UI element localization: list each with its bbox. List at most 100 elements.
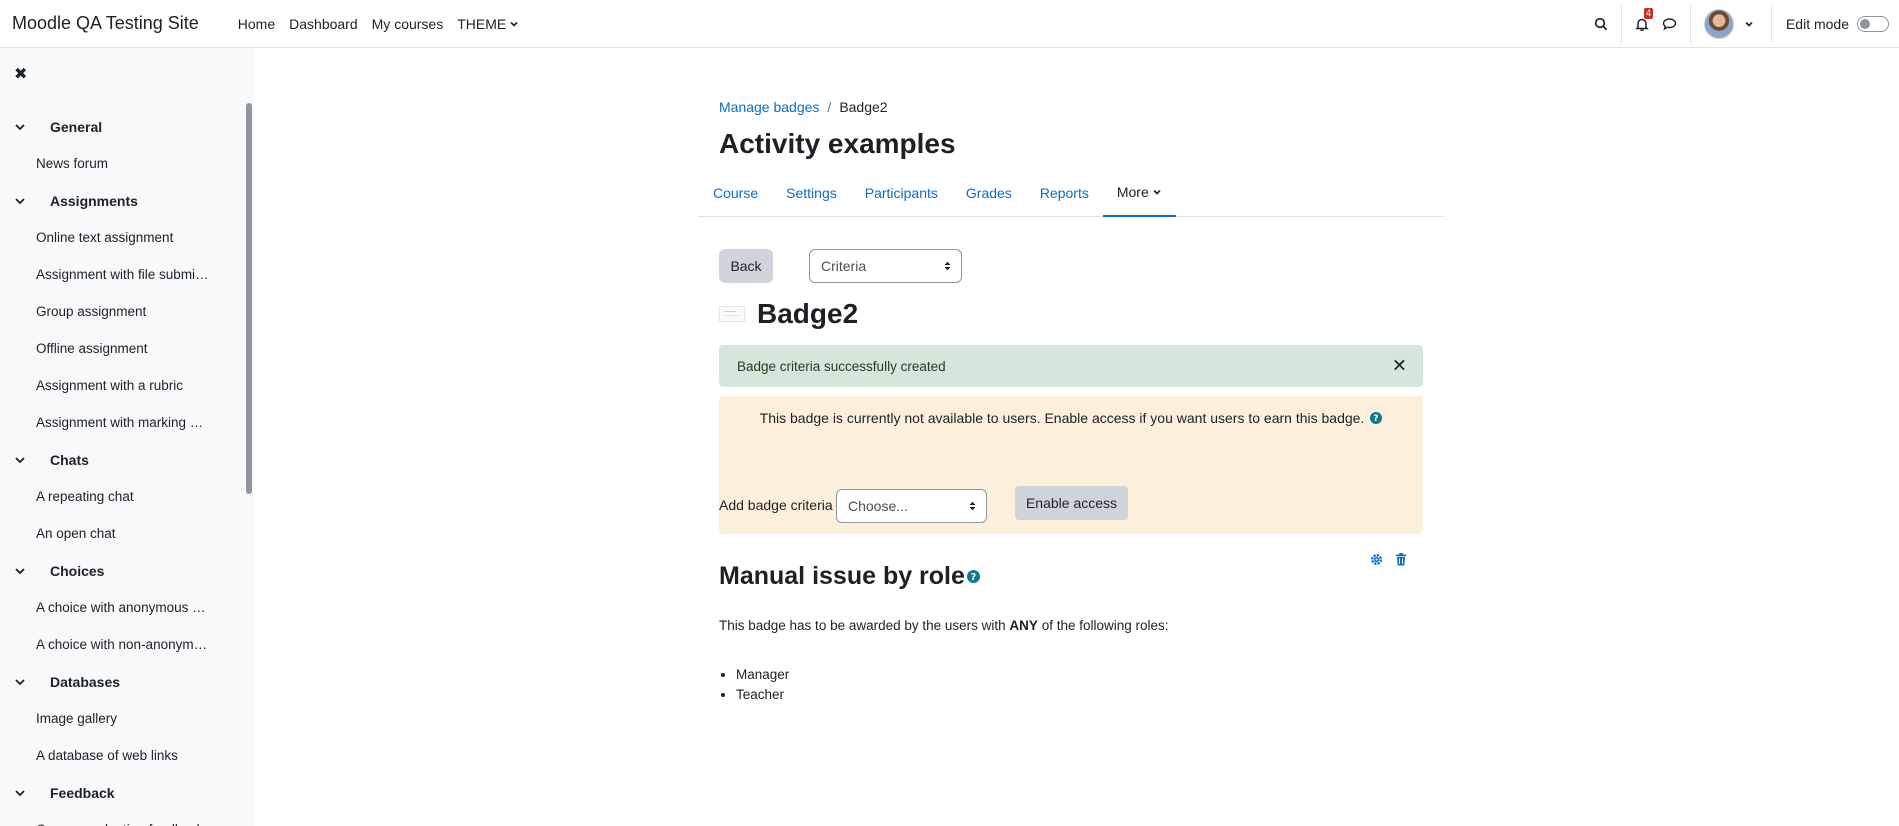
badge-image bbox=[719, 306, 745, 322]
sidebar-section-label: Choices bbox=[50, 562, 105, 579]
badge-heading: Badge2 bbox=[719, 298, 858, 330]
site-name-link[interactable]: Moodle QA Testing Site bbox=[12, 13, 199, 34]
notifications-button[interactable]: 4 bbox=[1628, 0, 1656, 48]
edit-criterion-button[interactable] bbox=[1370, 553, 1383, 570]
course-index: General News forum Assignments Online text … bbox=[0, 108, 240, 826]
edit-mode-toggle[interactable] bbox=[1857, 16, 1889, 32]
sidebar-item[interactable]: Image gallery bbox=[0, 700, 240, 737]
drawer-scrollbar[interactable] bbox=[246, 103, 252, 494]
top-navbar: Moodle QA Testing Site Home Dashboard My… bbox=[0, 0, 1899, 48]
sidebar-item[interactable]: Assignment with a rubric bbox=[0, 367, 240, 404]
search-button[interactable] bbox=[1587, 0, 1615, 48]
criterion-description-bold: ANY bbox=[1009, 618, 1038, 633]
badge-name: Badge2 bbox=[757, 298, 859, 329]
criterion-description-after: of the following roles: bbox=[1037, 618, 1169, 633]
nav-my-courses[interactable]: My courses bbox=[365, 16, 451, 32]
close-drawer-button[interactable]: ✖ bbox=[14, 64, 27, 84]
sidebar-item[interactable]: Assignment with marking … bbox=[0, 404, 240, 441]
edit-mode-label: Edit mode bbox=[1785, 16, 1849, 32]
list-item: Manager bbox=[736, 665, 789, 685]
tab-course[interactable]: Course bbox=[699, 169, 772, 217]
sidebar-item[interactable]: Course evaluation feedback bbox=[0, 811, 240, 826]
trash-icon bbox=[1396, 553, 1406, 566]
success-alert: Badge criteria successfully created ✕ bbox=[719, 345, 1423, 387]
bell-icon bbox=[1635, 18, 1649, 31]
sidebar-item[interactable]: A database of web links bbox=[0, 737, 240, 774]
sidebar-section-feedback[interactable]: Feedback bbox=[0, 774, 240, 811]
chevron-down-icon[interactable] bbox=[14, 121, 36, 133]
access-warning-message: This badge is currently not available to… bbox=[759, 410, 1365, 426]
nav-dashboard[interactable]: Dashboard bbox=[282, 16, 365, 32]
tab-more[interactable]: More bbox=[1102, 169, 1176, 217]
sidebar-item[interactable]: Group assignment bbox=[0, 293, 240, 330]
breadcrumb-manage-badges[interactable]: Manage badges bbox=[719, 99, 819, 115]
sidebar-item[interactable]: News forum bbox=[0, 145, 240, 182]
badge-navigation-select-value: Criteria bbox=[821, 258, 867, 274]
sidebar-item[interactable]: A repeating chat bbox=[0, 478, 240, 515]
sidebar-section-general[interactable]: General bbox=[0, 108, 240, 145]
svg-text:?: ? bbox=[971, 572, 977, 583]
close-icon: ✕ bbox=[1391, 355, 1407, 376]
chevron-down-icon[interactable] bbox=[14, 676, 36, 688]
delete-criterion-button[interactable] bbox=[1395, 553, 1407, 570]
svg-text:?: ? bbox=[1374, 414, 1379, 424]
enable-access-button[interactable]: Enable access bbox=[1015, 486, 1128, 520]
primary-navigation: Home Dashboard My courses THEME bbox=[231, 0, 526, 48]
secondary-navigation: Course Settings Participants Grades Repo… bbox=[698, 169, 1445, 217]
course-index-drawer: ✖ General News forum Assignments Online tex… bbox=[0, 48, 254, 826]
badge-navigation-select[interactable]: Criteria bbox=[809, 249, 962, 283]
user-menu-toggle[interactable] bbox=[1741, 0, 1757, 48]
help-icon[interactable]: ? bbox=[966, 570, 980, 583]
messages-button[interactable] bbox=[1656, 0, 1684, 48]
sidebar-item[interactable]: A choice with anonymous … bbox=[0, 589, 240, 626]
sidebar-section-label: Assignments bbox=[50, 192, 138, 209]
dismiss-alert-button[interactable]: ✕ bbox=[1392, 356, 1407, 377]
sidebar-section-label: Chats bbox=[50, 451, 89, 468]
access-warning-alert: This badge is currently not available to… bbox=[719, 396, 1423, 534]
sort-arrows-icon bbox=[969, 501, 976, 511]
sidebar-section-label: General bbox=[50, 118, 103, 135]
help-icon[interactable]: ? bbox=[1370, 412, 1383, 424]
chevron-down-icon[interactable] bbox=[14, 454, 36, 466]
breadcrumb: Manage badges / Badge2 bbox=[719, 99, 888, 115]
chevron-down-icon[interactable] bbox=[14, 565, 36, 577]
sidebar-section-assignments[interactable]: Assignments bbox=[0, 182, 240, 219]
nav-theme-dropdown[interactable]: THEME bbox=[450, 16, 526, 32]
add-criteria-select[interactable]: Choose... bbox=[836, 489, 987, 523]
breadcrumb-current: Badge2 bbox=[839, 99, 888, 115]
navbar-right: 4 Edit mode bbox=[1587, 0, 1899, 48]
add-criteria-label: Add badge criteria bbox=[719, 497, 833, 513]
chevron-down-icon[interactable] bbox=[14, 195, 36, 207]
tab-settings[interactable]: Settings bbox=[772, 169, 851, 217]
chat-bubble-icon bbox=[1663, 18, 1677, 31]
access-warning-text: This badge is currently not available to… bbox=[719, 410, 1423, 426]
add-criteria-select-value: Choose... bbox=[848, 498, 908, 514]
chevron-down-icon bbox=[1745, 21, 1753, 27]
sidebar-section-databases[interactable]: Databases bbox=[0, 663, 240, 700]
tab-participants[interactable]: Participants bbox=[851, 169, 952, 217]
sidebar-item[interactable]: Offline assignment bbox=[0, 330, 240, 367]
criterion-description: This badge has to be awarded by the user… bbox=[719, 618, 1169, 633]
nav-home[interactable]: Home bbox=[231, 16, 282, 32]
tab-more-label: More bbox=[1116, 183, 1149, 200]
sidebar-section-label: Databases bbox=[50, 673, 121, 690]
page-title: Activity examples bbox=[719, 128, 956, 159]
sidebar-section-label: Feedback bbox=[50, 784, 115, 801]
close-icon: ✖ bbox=[14, 66, 28, 83]
chevron-down-icon bbox=[510, 21, 518, 27]
user-menu-button[interactable] bbox=[1697, 0, 1741, 48]
chevron-down-icon[interactable] bbox=[14, 787, 36, 799]
back-button[interactable]: Back bbox=[719, 249, 773, 283]
notification-count-badge: 4 bbox=[1643, 8, 1653, 19]
sidebar-item[interactable]: A choice with non-anonym… bbox=[0, 626, 240, 663]
sidebar-section-chats[interactable]: Chats bbox=[0, 441, 240, 478]
sidebar-section-choices[interactable]: Choices bbox=[0, 552, 240, 589]
sidebar-item[interactable]: Online text assignment bbox=[0, 219, 240, 256]
criterion-title-text: Manual issue by role bbox=[719, 562, 965, 590]
tab-grades[interactable]: Grades bbox=[952, 169, 1026, 217]
sidebar-item[interactable]: Assignment with file submi… bbox=[0, 256, 240, 293]
tab-reports[interactable]: Reports bbox=[1026, 169, 1103, 217]
edit-mode-switch[interactable]: Edit mode bbox=[1786, 16, 1889, 32]
navbar-divider bbox=[1770, 5, 1772, 43]
sidebar-item[interactable]: An open chat bbox=[0, 515, 240, 552]
